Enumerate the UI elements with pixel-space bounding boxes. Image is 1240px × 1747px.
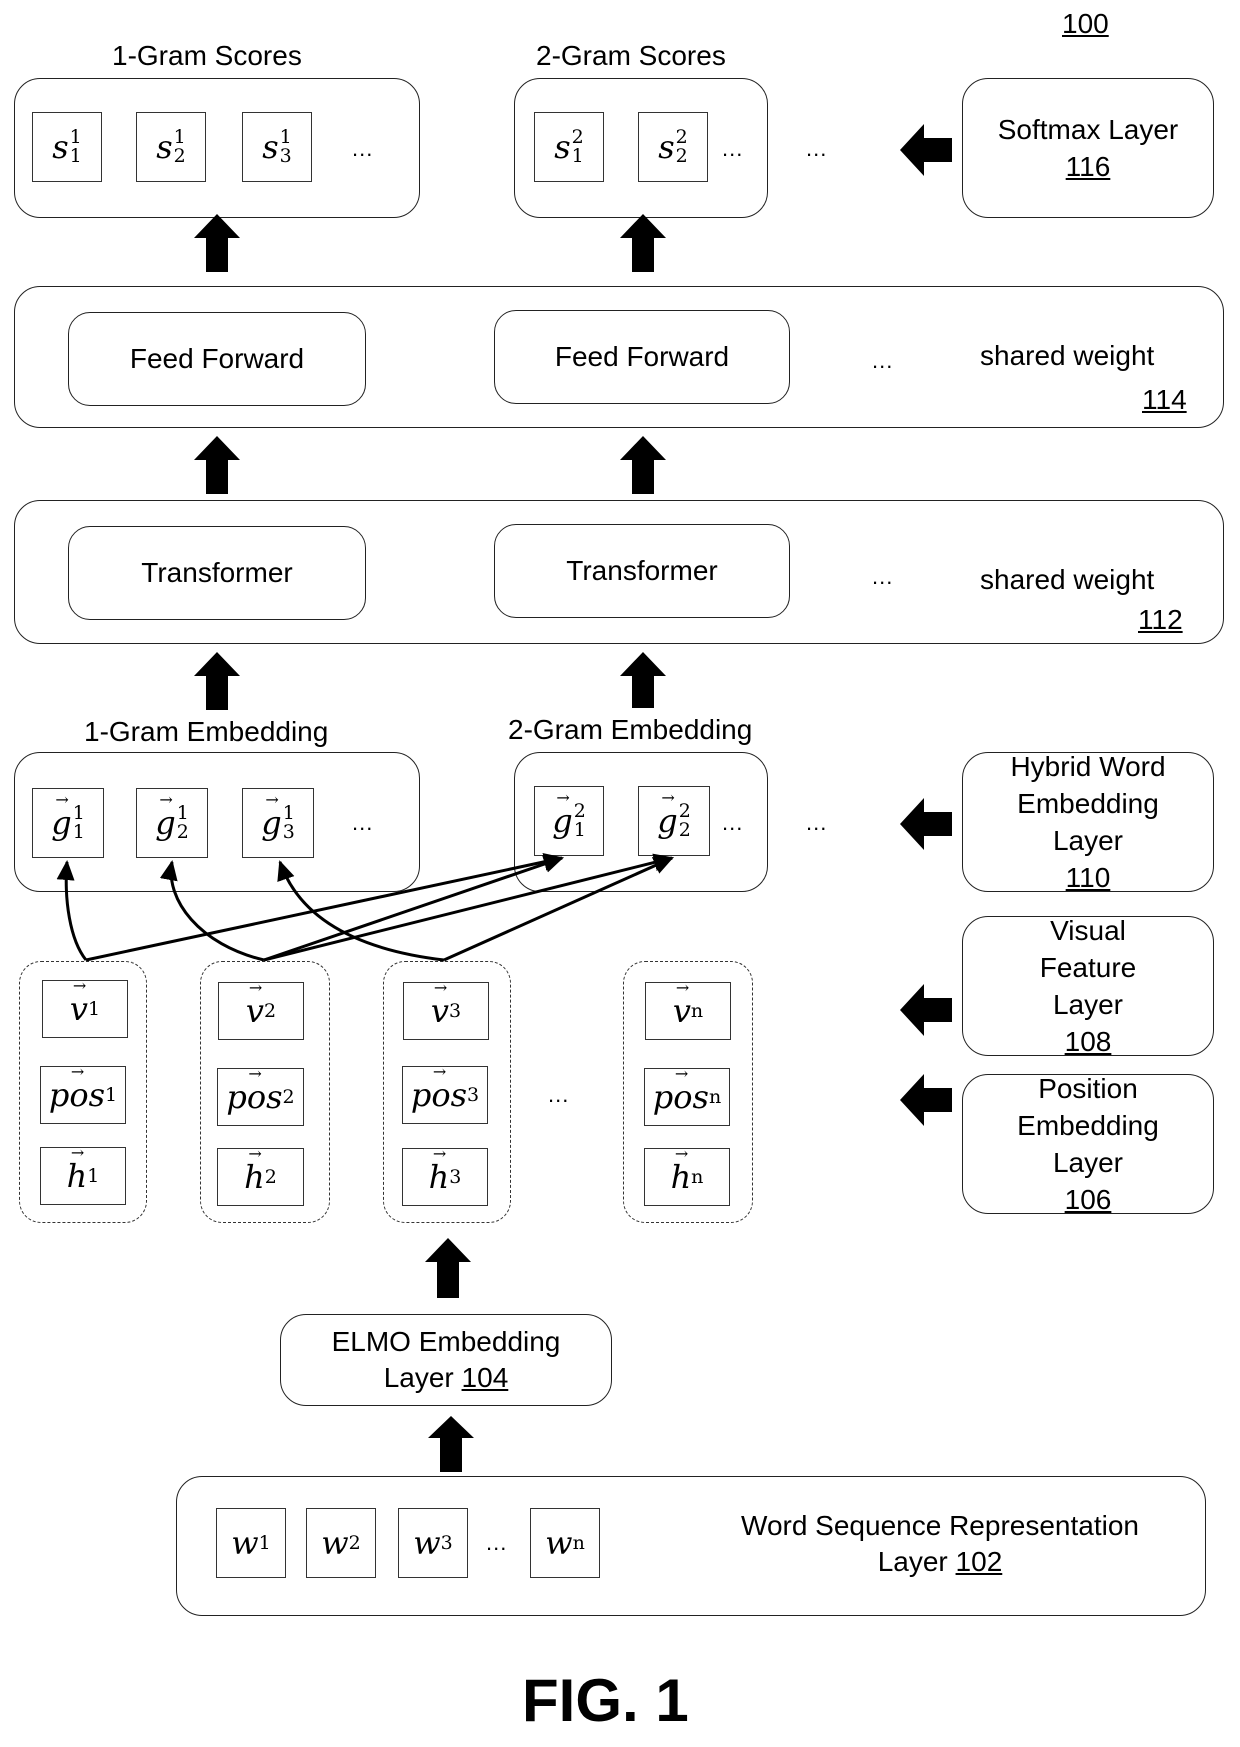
arrows-overlay <box>56 124 952 1472</box>
left-arrow-softmax <box>900 124 952 176</box>
up-arrow-columns-to-elmo <box>425 1238 471 1298</box>
up-arrow-embedding-to-transformer-2 <box>620 652 666 708</box>
left-arrow-visual <box>900 984 952 1036</box>
left-arrow-position <box>900 1074 952 1126</box>
up-arrow-transformer-to-ffn-2 <box>620 436 666 494</box>
up-arrow-ffn-to-scores-1 <box>194 214 240 272</box>
diagram-canvas: 100 1-Gram Scores 2-Gram Scores s11 s12 … <box>0 0 1240 1747</box>
connector-col3-to-g22 <box>443 856 674 962</box>
up-arrow-ffn-to-scores-2 <box>620 214 666 272</box>
connector-col1-to-g11 <box>56 860 88 961</box>
up-arrow-embedding-to-transformer-1 <box>194 652 240 710</box>
connector-col2-to-g21 <box>159 860 265 962</box>
up-arrow-word-seq-to-elmo <box>428 1416 474 1472</box>
left-arrow-hybrid <box>900 798 952 850</box>
up-arrow-transformer-to-ffn-1 <box>194 436 240 494</box>
